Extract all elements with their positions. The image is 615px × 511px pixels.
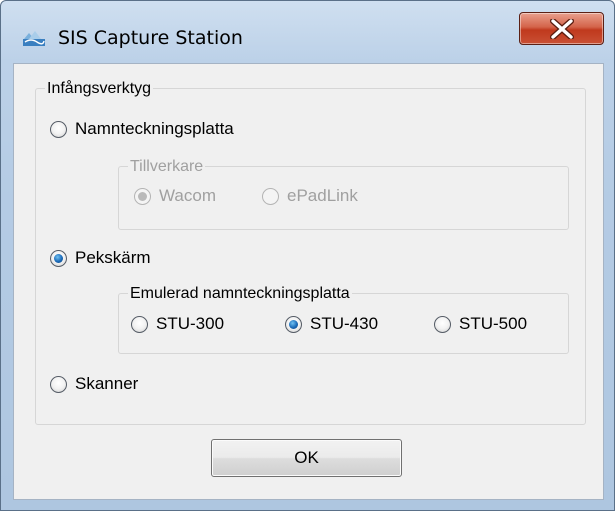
stu300-radio[interactable]: STU-300	[131, 314, 224, 334]
dialog-window: SIS Capture Station Infångsverktyg Namnt…	[0, 0, 615, 511]
stu500-radio-circle[interactable]	[434, 315, 451, 333]
title-bar[interactable]: SIS Capture Station	[1, 1, 614, 63]
scanner-label: Skanner	[75, 374, 139, 393]
capture-tool-legend: Infångsverktyg	[45, 80, 154, 98]
stu500-radio[interactable]: STU-500	[434, 314, 527, 334]
manufacturer-legend: Tillverkare	[128, 158, 206, 176]
signature-pad-radio-circle[interactable]	[50, 120, 67, 138]
epadlink-radio-circle[interactable]	[262, 187, 279, 205]
stu300-label: STU-300	[156, 314, 225, 333]
dialog-client-area: Infångsverktyg Namnteckningsplatta Tillv…	[13, 63, 604, 500]
window-title: SIS Capture Station	[58, 27, 243, 49]
wacom-label: Wacom	[159, 186, 216, 205]
epadlink-radio[interactable]: ePadLink	[262, 186, 358, 206]
scanner-radio[interactable]: Skanner	[50, 374, 138, 394]
touchscreen-radio-circle[interactable]	[50, 249, 67, 267]
touchscreen-radio[interactable]: Pekskärm	[50, 248, 151, 268]
signature-pad-label: Namnteckningsplatta	[75, 119, 234, 138]
stu430-radio-circle[interactable]	[285, 315, 302, 333]
wacom-radio-circle[interactable]	[134, 187, 151, 205]
signature-pad-radio[interactable]: Namnteckningsplatta	[50, 119, 234, 139]
emulated-pad-legend: Emulerad namnteckningsplatta	[128, 285, 352, 303]
stu430-radio[interactable]: STU-430	[285, 314, 378, 334]
close-button[interactable]	[519, 12, 604, 45]
epadlink-label: ePadLink	[287, 186, 358, 205]
scanner-radio-circle[interactable]	[50, 375, 67, 393]
sis-capture-icon	[23, 30, 45, 46]
wacom-radio[interactable]: Wacom	[134, 186, 216, 206]
stu300-radio-circle[interactable]	[131, 315, 148, 333]
stu430-label: STU-430	[310, 314, 379, 333]
close-icon	[550, 19, 574, 39]
ok-button[interactable]: OK	[211, 439, 402, 477]
stu500-label: STU-500	[459, 314, 528, 333]
touchscreen-label: Pekskärm	[75, 248, 151, 267]
